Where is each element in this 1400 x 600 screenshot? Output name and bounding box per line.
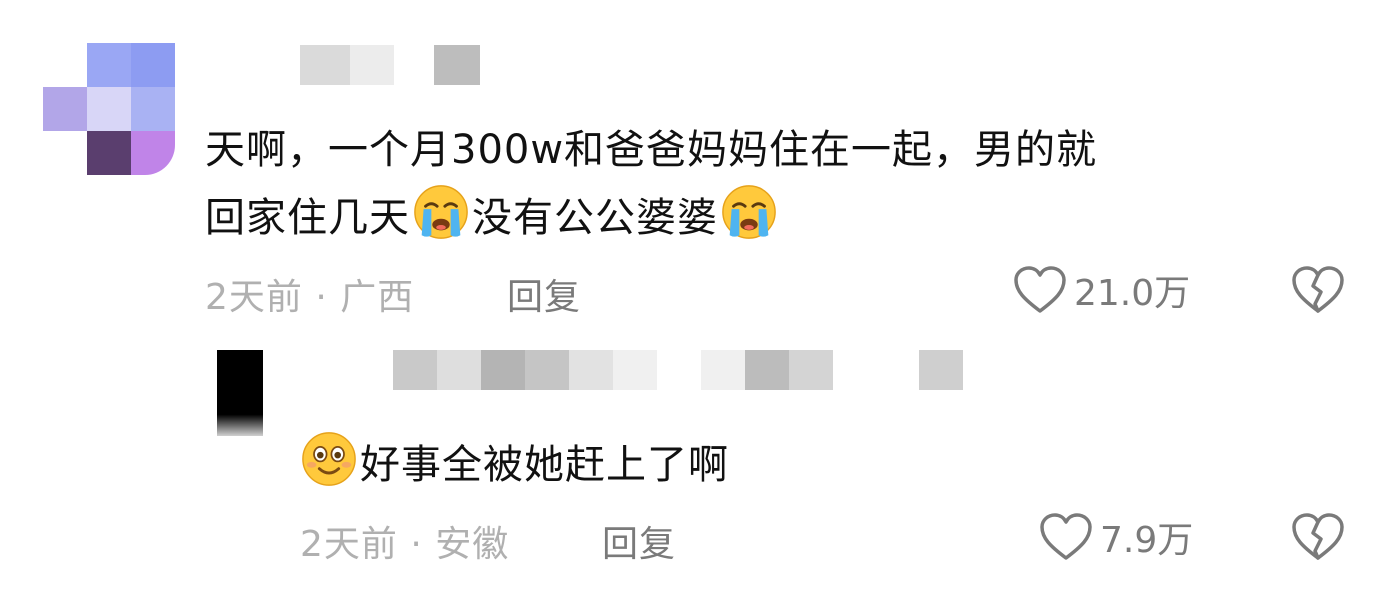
- loudly-crying-face-icon: [722, 185, 776, 239]
- comment-text: 天啊，一个月300w和爸爸妈妈住在一起，男的就 回家住几天 没有公公婆婆: [205, 117, 1097, 251]
- comment-location: 广西: [340, 277, 415, 318]
- comment-text-line-1: 天啊，一个月300w和爸爸妈妈住在一起，男的就: [205, 127, 1098, 173]
- dislike-button[interactable]: [1290, 511, 1346, 567]
- comment-text: 好事全被她赶上了啊: [300, 430, 729, 498]
- loudly-crying-face-icon: [414, 185, 468, 239]
- meta-separator: ·: [302, 277, 341, 318]
- avatar[interactable]: [217, 350, 263, 436]
- like-button[interactable]: 7.9万: [1038, 511, 1193, 563]
- comment-text-line-2: 回家住几天 没有公公婆婆: [205, 183, 1097, 251]
- username-blurred[interactable]: [300, 45, 485, 85]
- like-count: 21.0万: [1074, 273, 1191, 314]
- username-blurred[interactable]: [393, 350, 963, 390]
- like-button[interactable]: 21.0万: [1012, 264, 1190, 316]
- comment-time: 2天前: [205, 277, 303, 318]
- smiling-face-icon: [302, 432, 356, 486]
- broken-heart-icon: [1292, 513, 1344, 560]
- broken-heart-icon: [1292, 266, 1344, 313]
- reply-button[interactable]: 回复: [507, 268, 581, 320]
- like-count: 7.9万: [1100, 520, 1194, 561]
- dislike-button[interactable]: [1290, 264, 1346, 320]
- reply-button[interactable]: 回复: [602, 515, 676, 567]
- avatar[interactable]: [43, 43, 175, 175]
- meta-separator: ·: [397, 524, 436, 565]
- comment-meta: 2天前 · 安徽: [300, 515, 509, 567]
- comment-location: 安徽: [435, 524, 510, 565]
- heart-outline-icon: [1014, 266, 1066, 313]
- heart-outline-icon: [1040, 513, 1092, 560]
- comment-time: 2天前: [300, 524, 398, 565]
- comment-meta: 2天前 · 广西: [205, 268, 414, 320]
